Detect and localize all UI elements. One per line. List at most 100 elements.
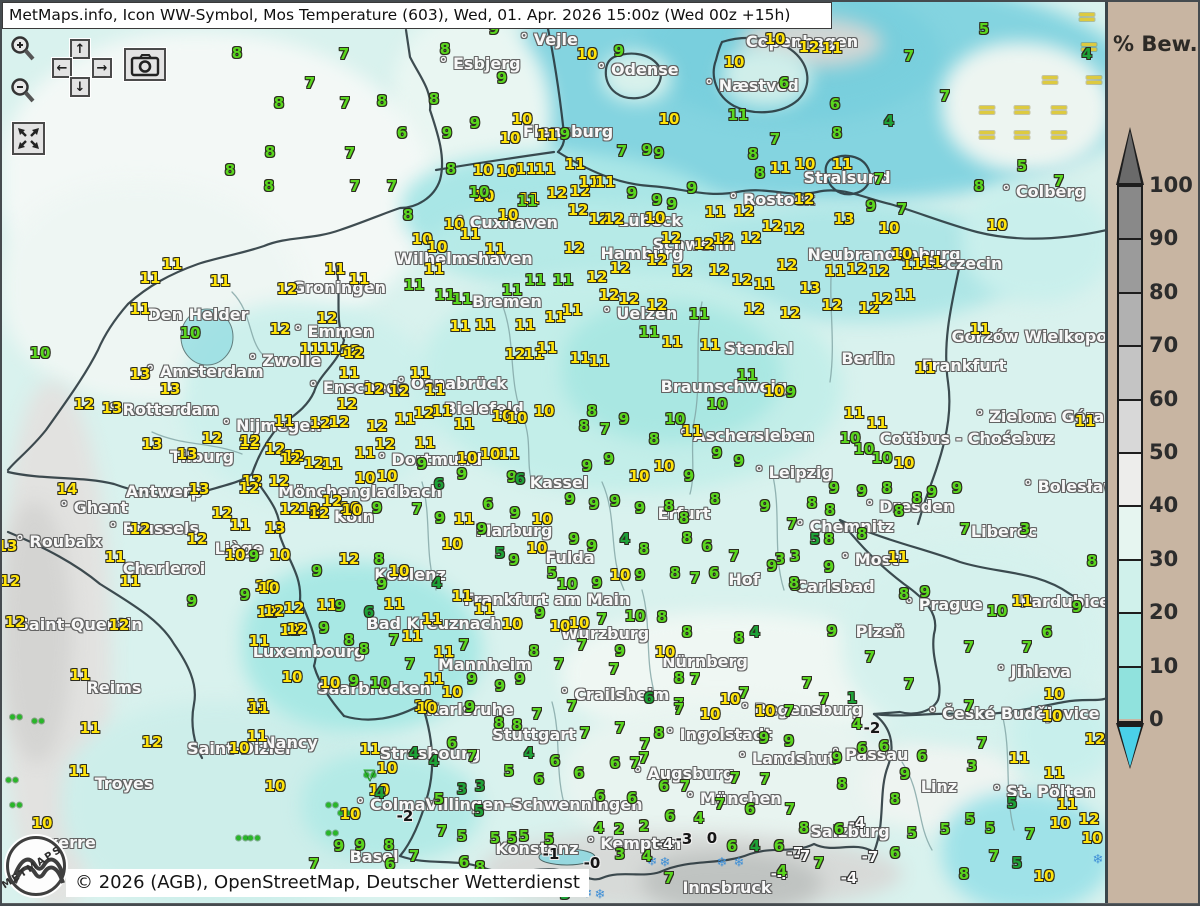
station-temp: 8 bbox=[1087, 554, 1097, 569]
pan-left-button[interactable]: ← bbox=[52, 58, 72, 78]
station-temp: 7 bbox=[690, 571, 700, 586]
pan-up-button[interactable]: ↑ bbox=[70, 39, 90, 59]
station-temp: 10 bbox=[707, 397, 728, 412]
station-temp: 10 bbox=[442, 537, 463, 552]
city-label: ° Colberg bbox=[1002, 184, 1085, 200]
station-temp: 11 bbox=[535, 162, 556, 177]
station-temp: 12 bbox=[619, 292, 640, 307]
station-temp: 7 bbox=[680, 779, 690, 794]
mist-symbol-icon bbox=[980, 129, 995, 141]
colorbar-segment bbox=[1119, 238, 1141, 291]
colorbar-tick-label: 100 bbox=[1149, 175, 1200, 196]
station-temp: 7 bbox=[785, 802, 795, 817]
station-temp: 11 bbox=[415, 436, 436, 451]
city-label: ° Ingolstadt bbox=[666, 727, 772, 743]
station-temp: 9 bbox=[614, 44, 624, 59]
colorbar-segment bbox=[1119, 399, 1141, 452]
city-label: Groningen bbox=[292, 280, 386, 296]
station-temp: 1 bbox=[847, 691, 857, 706]
station-temp: 5 bbox=[474, 804, 484, 819]
city-label: Wilhelmshaven bbox=[395, 251, 532, 267]
fullscreen-button[interactable] bbox=[12, 122, 45, 155]
station-temp: 12 bbox=[784, 222, 805, 237]
station-temp: 8 bbox=[664, 499, 674, 514]
station-temp: 4 bbox=[524, 746, 534, 761]
station-temp: 8 bbox=[857, 527, 867, 542]
city-label: Nancy bbox=[262, 735, 318, 751]
colorbar-tick-label: 40 bbox=[1149, 495, 1200, 516]
metmaps-app: ❄❄❄❄❄❄❄▽ ° Vejle° Esbjerg° OdenseCopenha… bbox=[0, 0, 1200, 906]
colorbar-segment bbox=[1119, 559, 1141, 612]
colorbar-segment bbox=[1119, 666, 1141, 719]
station-temp: 8 bbox=[825, 503, 835, 518]
station-temp: 5 bbox=[544, 832, 554, 847]
station-temp: 9 bbox=[497, 71, 507, 86]
station-temp: 9 bbox=[615, 644, 625, 659]
station-temp: 11 bbox=[922, 255, 943, 270]
station-temp: 12 bbox=[744, 302, 765, 317]
station-temp: 9 bbox=[435, 511, 445, 526]
station-temp: 12 bbox=[310, 416, 331, 431]
city-label: ° Prague bbox=[905, 597, 983, 613]
snapshot-button[interactable] bbox=[124, 48, 166, 81]
station-temp: 12 bbox=[777, 258, 798, 273]
station-temp: 9 bbox=[767, 559, 777, 574]
station-temp: 9 bbox=[335, 599, 345, 614]
city-label: ° Bolesławiec bbox=[1024, 479, 1107, 495]
station-temp: 5 bbox=[965, 812, 975, 827]
station-temp: 10 bbox=[512, 112, 533, 127]
station-temp: 4 bbox=[642, 849, 652, 864]
station-temp: 10 bbox=[879, 221, 900, 236]
station-temp: 5 bbox=[810, 532, 820, 547]
station-temp: 10 bbox=[625, 609, 646, 624]
pan-right-button[interactable]: → bbox=[92, 58, 112, 78]
station-temp: 12 bbox=[762, 219, 783, 234]
station-temp: 13 bbox=[160, 382, 181, 397]
zoom-in-button[interactable] bbox=[8, 34, 38, 64]
pan-down-button[interactable]: ↓ bbox=[70, 77, 90, 97]
station-temp: 7 bbox=[664, 871, 674, 886]
station-temp: 11 bbox=[1044, 766, 1065, 781]
station-temp: 8 bbox=[274, 96, 284, 111]
station-temp: 11 bbox=[705, 205, 726, 220]
station-temp: 7 bbox=[690, 672, 700, 687]
station-temp: 8 bbox=[649, 432, 659, 447]
station-temp: 3 bbox=[790, 549, 800, 564]
snow-symbol-icon: ❄ bbox=[1093, 853, 1104, 868]
station-temp: 10 bbox=[795, 157, 816, 172]
colorbar-tick-label: 10 bbox=[1149, 656, 1200, 677]
station-temp: 11 bbox=[570, 351, 591, 366]
station-temp: 7 bbox=[739, 686, 749, 701]
colorbar-tick-label: 0 bbox=[1149, 709, 1200, 730]
station-temp: 8 bbox=[654, 726, 664, 741]
station-temp: 8 bbox=[377, 94, 387, 109]
city-label: ° Vejle bbox=[520, 32, 578, 48]
zoom-out-button[interactable] bbox=[8, 76, 38, 106]
station-temp: 11 bbox=[895, 288, 916, 303]
station-temp: 2 bbox=[639, 819, 649, 834]
station-temp: 12 bbox=[647, 298, 668, 313]
colorbar-segment bbox=[1119, 185, 1141, 238]
city-label: ° Esbjerg bbox=[439, 56, 520, 72]
station-temp: 10 bbox=[629, 469, 650, 484]
station-temp: 7 bbox=[784, 704, 794, 719]
snow-symbol-icon: ❄ bbox=[595, 888, 606, 903]
station-temp: 12 bbox=[610, 261, 631, 276]
station-temp: 7 bbox=[865, 650, 875, 665]
station-temp: 9 bbox=[684, 469, 694, 484]
station-temp: 8 bbox=[679, 511, 689, 526]
station-temp: 10 bbox=[480, 447, 501, 462]
station-temp: 10 bbox=[282, 670, 303, 685]
map-edge-divider bbox=[1105, 2, 1108, 906]
station-temp: 9 bbox=[610, 494, 620, 509]
station-temp: 11 bbox=[384, 597, 405, 612]
station-temp: 10 bbox=[577, 47, 598, 62]
weather-map[interactable]: ❄❄❄❄❄❄❄▽ ° Vejle° Esbjerg° OdenseCopenha… bbox=[2, 2, 1107, 906]
station-temp: 6 bbox=[515, 472, 525, 487]
station-temp: 12 bbox=[74, 397, 95, 412]
station-temp: 6 bbox=[627, 791, 637, 806]
station-temp: 10 bbox=[987, 218, 1008, 233]
station-temp: 3 bbox=[457, 782, 467, 797]
station-temp: 7 bbox=[387, 179, 397, 194]
legend-title: % Bew. bbox=[1113, 32, 1198, 56]
